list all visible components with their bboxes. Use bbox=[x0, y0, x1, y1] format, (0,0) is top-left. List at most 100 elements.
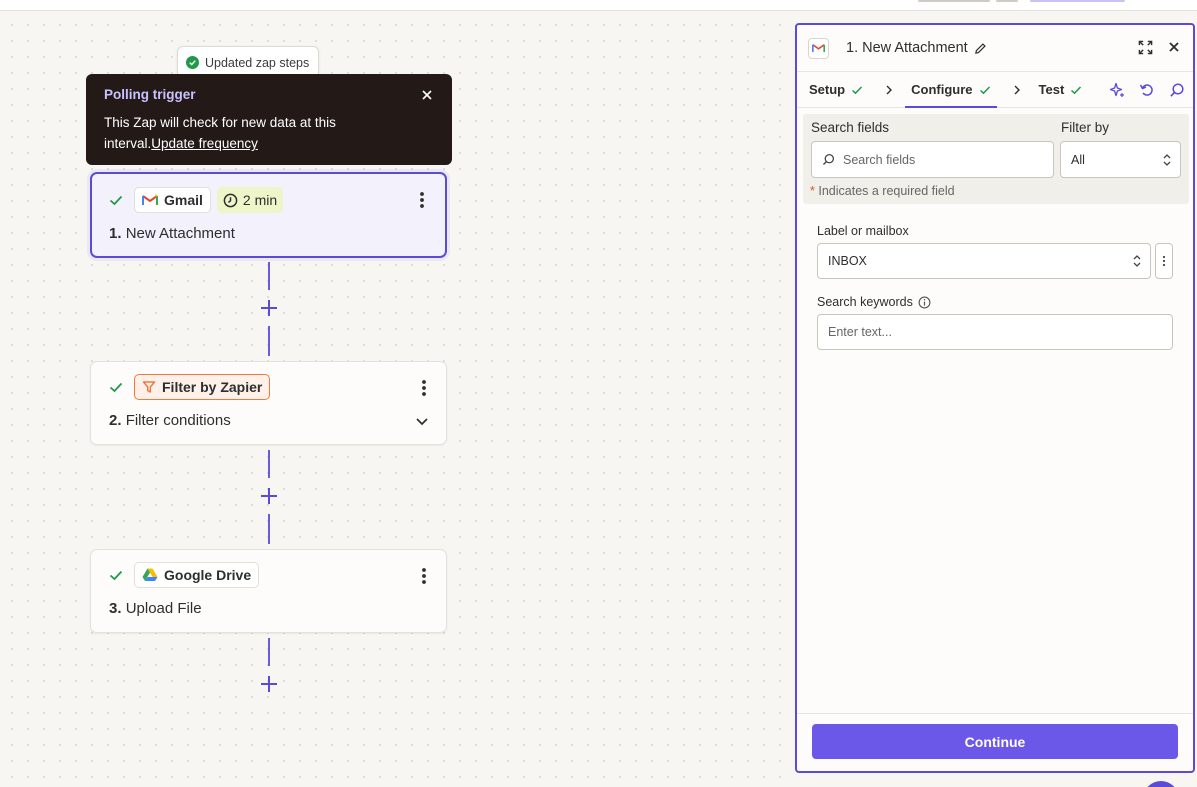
filter-by-value: All bbox=[1071, 152, 1085, 167]
check-icon bbox=[1071, 85, 1082, 94]
search-keywords-label: Search keywords bbox=[817, 295, 931, 309]
panel-footer: Continue bbox=[797, 713, 1193, 771]
add-step-icon[interactable] bbox=[259, 298, 279, 318]
close-icon[interactable] bbox=[1167, 40, 1181, 54]
label-or-mailbox-label: Label or mailbox bbox=[817, 224, 909, 238]
connector-line bbox=[268, 262, 270, 290]
add-step-icon[interactable] bbox=[259, 486, 279, 506]
app-chip-google-drive: Google Drive bbox=[134, 562, 260, 588]
google-drive-icon bbox=[142, 568, 158, 581]
step-name: New Attachment bbox=[125, 225, 235, 242]
filter-icon bbox=[142, 381, 156, 393]
field-label-text: Label or mailbox bbox=[817, 224, 909, 238]
chevron-right-icon bbox=[1014, 85, 1020, 94]
step-number: 1. bbox=[109, 225, 122, 242]
tab-label: Setup bbox=[809, 82, 846, 97]
search-fields-label: Search fields bbox=[811, 120, 890, 135]
search-icon bbox=[822, 153, 835, 166]
continue-button[interactable]: Continue bbox=[812, 724, 1178, 759]
field-label-text: Search keywords bbox=[817, 295, 913, 309]
panel-title[interactable]: 1. New Attachment bbox=[846, 40, 968, 56]
step-card-filter[interactable]: Filter by Zapier 2. Filter conditions bbox=[90, 361, 447, 445]
polling-interval-badge[interactable]: 2 min bbox=[216, 187, 284, 213]
step-number: 3. bbox=[109, 600, 122, 617]
close-icon[interactable] bbox=[420, 88, 434, 102]
interval-text: 2 min bbox=[242, 192, 278, 208]
polling-trigger-tooltip: Polling trigger This Zap will check for … bbox=[86, 74, 452, 165]
tooltip-body: This Zap will check for new data at this… bbox=[104, 112, 374, 154]
more-icon[interactable] bbox=[420, 567, 428, 585]
step-title: 2. Filter conditions bbox=[109, 412, 231, 429]
select-arrows-icon bbox=[1163, 153, 1171, 166]
field-search-area: Search fields Filter by Search fields Al… bbox=[803, 114, 1189, 204]
info-icon[interactable] bbox=[918, 296, 931, 309]
app-name: Google Drive bbox=[164, 567, 252, 583]
required-note-text: Indicates a required field bbox=[818, 184, 955, 198]
required-note: * Indicates a required field bbox=[810, 184, 955, 198]
more-icon bbox=[1162, 255, 1166, 267]
field-options-button[interactable] bbox=[1155, 243, 1173, 279]
top-bar bbox=[0, 0, 1197, 11]
check-icon bbox=[109, 570, 123, 581]
chevron-down-icon[interactable] bbox=[414, 413, 430, 429]
app-chip-gmail: Gmail bbox=[134, 187, 211, 213]
check-icon bbox=[109, 382, 123, 393]
step-tabs: Setup Configure Test bbox=[797, 71, 1193, 108]
step-name: Filter conditions bbox=[125, 412, 231, 429]
app-name: Filter by Zapier bbox=[162, 379, 263, 395]
step-card-google-drive[interactable]: Google Drive 3. Upload File bbox=[90, 549, 447, 633]
gmail-icon bbox=[812, 44, 825, 53]
connector-line bbox=[268, 450, 270, 478]
input-placeholder: Enter text... bbox=[828, 325, 892, 339]
help-button[interactable] bbox=[1143, 781, 1179, 787]
more-icon[interactable] bbox=[420, 379, 428, 397]
tab-label: Test bbox=[1038, 82, 1065, 97]
connector-line bbox=[268, 326, 270, 356]
expand-icon[interactable] bbox=[1138, 40, 1153, 55]
step-title: 1. New Attachment bbox=[109, 225, 235, 242]
clock-icon bbox=[223, 193, 238, 207]
top-bar-control[interactable] bbox=[996, 0, 1018, 2]
gmail-app-icon bbox=[808, 37, 829, 59]
toast-text: Updated zap steps bbox=[205, 55, 310, 70]
ai-sparkle-icon[interactable] bbox=[1109, 82, 1125, 98]
search-icon[interactable] bbox=[1169, 82, 1185, 98]
label-or-mailbox-select[interactable]: INBOX bbox=[817, 243, 1151, 279]
tab-setup[interactable]: Setup bbox=[809, 72, 863, 107]
select-arrows-icon bbox=[1133, 255, 1141, 267]
filter-by-select[interactable]: All bbox=[1060, 141, 1181, 178]
edit-pencil-icon[interactable] bbox=[974, 42, 987, 55]
app-name: Gmail bbox=[164, 192, 203, 208]
check-icon bbox=[109, 195, 123, 206]
more-icon[interactable] bbox=[418, 191, 426, 209]
step-title: 3. Upload File bbox=[109, 600, 202, 617]
top-bar-control[interactable] bbox=[918, 0, 990, 2]
search-keywords-input[interactable]: Enter text... bbox=[817, 314, 1173, 350]
success-icon bbox=[186, 56, 199, 69]
tab-test[interactable]: Test bbox=[1039, 72, 1083, 107]
mailbox-value: INBOX bbox=[828, 254, 867, 268]
search-fields-input[interactable]: Search fields bbox=[811, 141, 1054, 178]
add-step-icon[interactable] bbox=[259, 674, 279, 694]
step-number: 2. bbox=[109, 412, 122, 429]
check-icon bbox=[852, 85, 863, 94]
filter-by-label: Filter by bbox=[1061, 120, 1110, 135]
search-placeholder: Search fields bbox=[843, 152, 916, 167]
step-name: Upload File bbox=[125, 600, 202, 617]
top-bar-control[interactable] bbox=[1030, 0, 1125, 2]
refresh-icon[interactable] bbox=[1139, 82, 1155, 98]
gmail-icon bbox=[142, 194, 158, 205]
panel-header: 1. New Attachment bbox=[797, 25, 1193, 71]
app-chip-filter: Filter by Zapier bbox=[134, 374, 271, 400]
tooltip-title: Polling trigger bbox=[104, 87, 196, 102]
step-card-gmail[interactable]: Gmail 2 min 1. New Attachment bbox=[90, 172, 447, 258]
required-star: * bbox=[810, 184, 815, 198]
update-frequency-link[interactable]: Update frequency bbox=[151, 136, 258, 151]
check-icon bbox=[979, 85, 990, 94]
chevron-right-icon bbox=[886, 85, 893, 94]
tab-label: Configure bbox=[911, 82, 973, 97]
connector-line bbox=[268, 638, 270, 666]
connector-line bbox=[268, 514, 270, 544]
tab-configure[interactable]: Configure bbox=[905, 72, 997, 108]
step-editor-panel: 1. New Attachment Setup Configure Test S… bbox=[795, 23, 1195, 773]
